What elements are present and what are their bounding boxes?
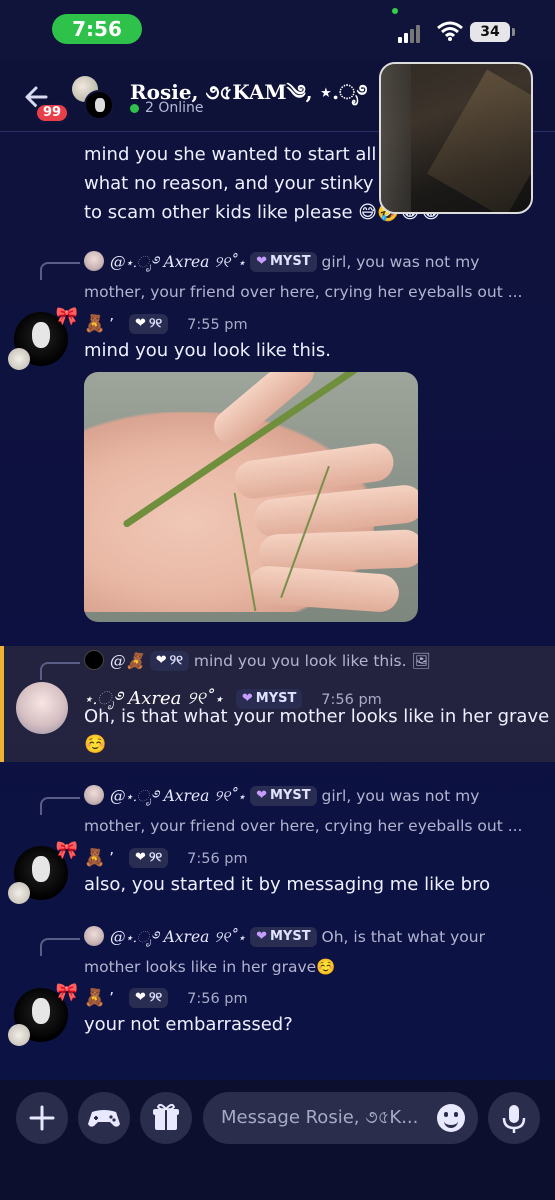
channel-title[interactable]: Rosie, ૭৫KAM༄, ⋆.ೃ࿔ [130, 70, 367, 126]
author-emoji[interactable]: 🧸 [84, 988, 105, 1008]
reply-preview[interactable]: @⋆.ೃ࿔ 𝐴𝑥𝑟𝑒𝑎 ୨୧˚⋆ ❤ MYST Oh, is that what … [84, 923, 485, 952]
avatar [84, 650, 104, 670]
heart-icon: ❤ [241, 691, 253, 706]
heart-icon: ❤ [256, 929, 267, 944]
gift-icon [153, 1103, 179, 1130]
wifi-icon [437, 21, 463, 41]
online-status: 2 Online [130, 100, 204, 116]
reply-text-line2: mother, your friend over here, crying he… [84, 283, 523, 301]
author-suffix[interactable]: ’ [109, 849, 114, 867]
timestamp: 7:56 pm [187, 851, 248, 867]
reply-preview[interactable]: @⋆.ೃ࿔ 𝐴𝑥𝑟𝑒𝑎 ୨୧˚⋆ ❤ MYST girl, you was not… [84, 782, 479, 811]
image-attachment[interactable] [84, 372, 418, 622]
battery-tip [512, 28, 515, 36]
reply-text-line2: mother looks like in her grave☺️ [84, 958, 336, 976]
cat-decoration-icon [8, 1024, 30, 1046]
role-tag: ❤ ୨୧ [129, 314, 169, 334]
role-tag: ❤ ୨୧ [129, 848, 169, 868]
author-suffix[interactable]: ’ [109, 315, 114, 333]
avatar[interactable]: 🎀 [8, 982, 78, 1046]
message-meta: 🧸’ ❤ ୨୧ 7:56 pm [84, 848, 248, 868]
heart-icon: ❤ [155, 653, 167, 668]
activities-button[interactable] [78, 1092, 130, 1144]
bow-icon: 🎀 [55, 840, 78, 861]
battery-indicator: 34 [470, 22, 510, 42]
role-tag: ❤ ୨୧ [129, 988, 169, 1008]
reply-connector [40, 797, 80, 815]
message-text: your not embarrassed? [84, 1014, 293, 1035]
online-dot-icon [130, 103, 139, 113]
message-meta: 🧸’ ❤ ୨୧ 7:56 pm [84, 988, 248, 1008]
avatar [84, 251, 104, 271]
unread-badge: 99 [34, 102, 70, 124]
reply-username: @⋆.ೃ࿔ 𝐴𝑥𝑟𝑒𝑎 ୨୧˚⋆ [110, 928, 246, 946]
avatar[interactable] [16, 682, 68, 734]
reply-preview[interactable]: @⋆.ೃ࿔ 𝐴𝑥𝑟𝑒𝑎 ୨୧˚⋆ ❤ MYST girl, you was not… [84, 248, 479, 277]
status-time: 7:56 [52, 14, 142, 44]
author-emoji[interactable]: 🧸 [84, 848, 105, 868]
message-composer: Message Rosie, ૭৫K... [0, 1080, 555, 1200]
message-text: also, you started it by messaging me lik… [84, 874, 491, 895]
avatar [84, 926, 104, 946]
reply-text-line2: mother, your friend over here, crying he… [84, 817, 523, 835]
picture-in-picture-video[interactable] [379, 62, 533, 214]
reply-username: @🧸 [110, 652, 145, 670]
timestamp: 7:56 pm [187, 991, 248, 1007]
mic-icon [502, 1105, 526, 1133]
emoji-icon[interactable] [437, 1104, 465, 1132]
reply-username: @⋆.ೃ࿔ 𝐴𝑥𝑟𝑒𝑎 ୨୧˚⋆ [110, 253, 246, 271]
role-tag: ❤ MYST [250, 252, 317, 272]
signal-icon [398, 24, 422, 43]
reply-text: mind you you look like this. [193, 652, 407, 670]
image-icon: 🖼 [411, 652, 432, 670]
status-bar: 7:56 34 [0, 0, 555, 60]
bow-icon: 🎀 [55, 306, 78, 327]
gamepad-icon [88, 1110, 120, 1127]
heart-icon: ❤ [135, 850, 146, 865]
group-avatar-2[interactable] [84, 90, 114, 120]
author-suffix[interactable]: ’ [109, 989, 114, 1007]
avatar[interactable]: 🎀 [8, 306, 78, 370]
role-tag: ❤ MYST [250, 927, 317, 947]
heart-icon: ❤ [256, 788, 267, 803]
reply-connector [40, 662, 80, 680]
reply-connector [40, 938, 80, 956]
heart-icon: ❤ [256, 254, 267, 269]
message-text-line2: ☺️ [84, 734, 107, 755]
voice-message-button[interactable] [488, 1092, 540, 1144]
privacy-indicator [392, 8, 398, 14]
heart-icon: ❤ [135, 990, 146, 1005]
cat-decoration-icon [8, 882, 30, 904]
reply-preview[interactable]: @🧸 ❤ ୨୧ mind you you look like this. 🖼 [84, 647, 431, 676]
role-tag: ❤ ୨୧ [149, 651, 189, 671]
bow-icon: 🎀 [55, 982, 78, 1003]
timestamp: 7:55 pm [187, 317, 248, 333]
reply-connector [40, 262, 80, 280]
cat-decoration-icon [8, 348, 30, 370]
reply-text: Oh, is that what your [321, 928, 485, 946]
avatar[interactable]: 🎀 [8, 840, 78, 904]
gift-button[interactable] [140, 1092, 192, 1144]
avatar [84, 785, 104, 805]
heart-icon: ❤ [135, 316, 146, 331]
message-text: Oh, is that what your mother looks like … [84, 706, 550, 727]
message-text: mind you you look like this. [84, 340, 331, 361]
message-meta: 🧸’ ❤ ୨୧ 7:55 pm [84, 314, 248, 334]
reply-text: girl, you was not my [321, 253, 480, 271]
reply-text: girl, you was not my [321, 787, 480, 805]
reply-username: @⋆.ೃ࿔ 𝐴𝑥𝑟𝑒𝑎 ୨୧˚⋆ [110, 787, 246, 805]
online-count: 2 Online [145, 100, 204, 116]
role-tag: ❤ MYST [250, 786, 317, 806]
plus-icon [29, 1105, 55, 1131]
add-attachment-button[interactable] [16, 1092, 68, 1144]
author-emoji[interactable]: 🧸 [84, 314, 105, 334]
